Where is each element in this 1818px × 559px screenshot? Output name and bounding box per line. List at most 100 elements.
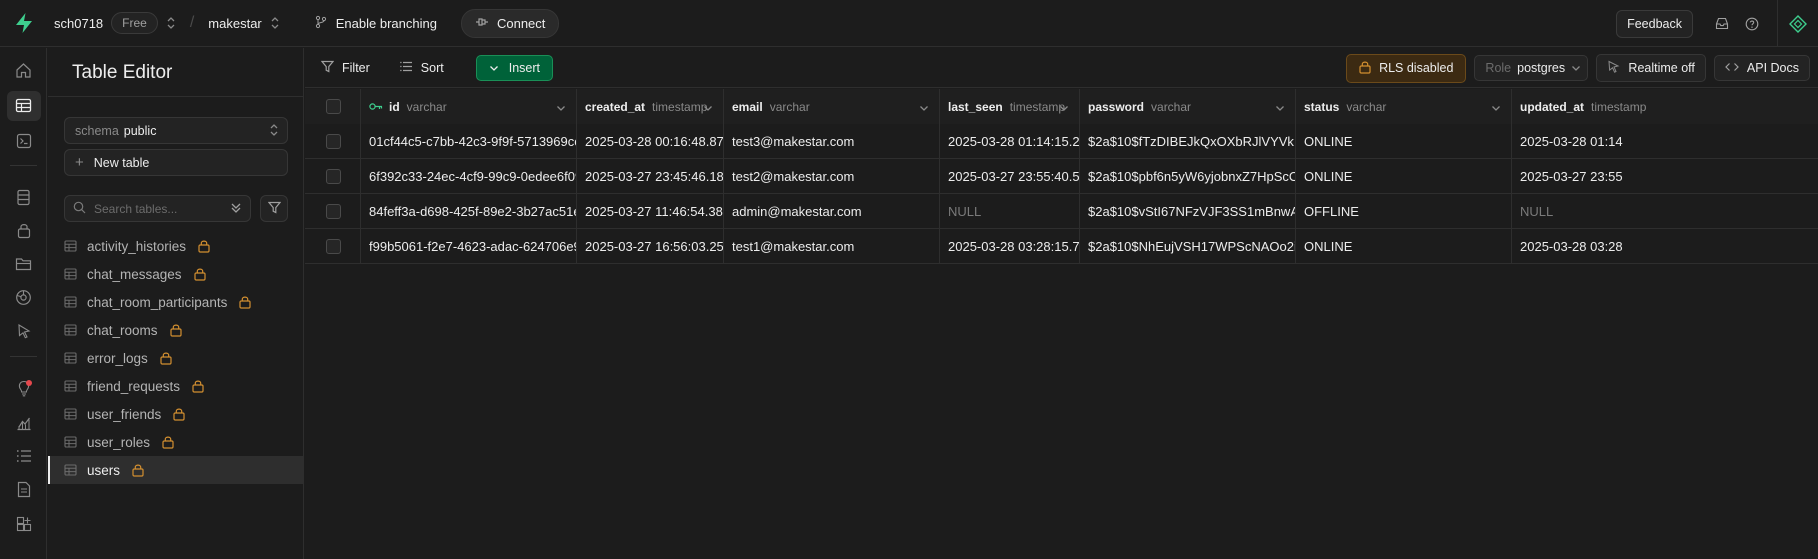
supabase-logo[interactable] [0, 0, 48, 47]
realtime-toggle-button[interactable]: Realtime off [1596, 54, 1706, 82]
insert-button[interactable]: Insert [475, 54, 553, 81]
table-icon [64, 436, 77, 448]
table-cell[interactable]: 2025-03-28 00:16:48.876007 [577, 124, 724, 159]
table-cell[interactable]: 84feff3a-d698-425f-89e2-3b27ac51e915 [361, 194, 577, 229]
advisors-lightbulb-icon[interactable] [0, 371, 47, 406]
table-list-item[interactable]: user_roles [48, 428, 304, 456]
funnel-icon [320, 60, 335, 76]
inbox-icon[interactable] [1707, 17, 1737, 30]
feedback-button[interactable]: Feedback [1616, 9, 1693, 38]
chevron-down-icon[interactable] [1491, 101, 1501, 115]
row-checkbox[interactable] [325, 239, 341, 254]
table-list-item[interactable]: chat_messages [48, 260, 304, 288]
table-cell[interactable]: test2@makestar.com [724, 159, 940, 194]
edge-functions-icon[interactable] [0, 280, 47, 315]
chevron-down-icon[interactable] [1275, 101, 1285, 115]
table-cell[interactable]: $2a$10$NhEujVSH17WPScNAOo2i9OruY [1080, 229, 1296, 264]
assistant-icon[interactable] [1778, 14, 1818, 33]
filter-button[interactable]: Filter [311, 60, 380, 76]
role-select[interactable]: Role postgres [1474, 55, 1589, 81]
row-checkbox[interactable] [325, 169, 341, 184]
table-cell[interactable]: admin@makestar.com [724, 194, 940, 229]
connect-button[interactable]: Connect [460, 8, 560, 38]
help-icon[interactable] [1737, 17, 1767, 31]
table-cell[interactable]: 2025-03-28 01:14:15.217468 [940, 124, 1080, 159]
table-cell[interactable]: test1@makestar.com [724, 229, 940, 264]
git-branch-icon [314, 15, 328, 32]
column-header-updated-at[interactable]: updated_at timestamp [1512, 89, 1818, 124]
table-list-item[interactable]: activity_histories [48, 232, 304, 260]
table-cell[interactable]: 2025-03-27 16:56:03.255016 [577, 229, 724, 264]
column-name: password [1088, 99, 1145, 114]
table-cell[interactable]: NULL [1512, 194, 1818, 229]
column-header-password[interactable]: password varchar [1080, 89, 1296, 124]
table-cell[interactable]: OFFLINE [1296, 194, 1512, 229]
column-header-created-at[interactable]: created_at timestamp [577, 89, 724, 124]
org-switcher[interactable]: sch0718 Free [54, 12, 176, 34]
table-cell[interactable]: 01cf44c5-c7bb-42c3-9f9f-5713969ce45d [361, 124, 577, 159]
plan-badge: Free [111, 12, 158, 34]
table-cell[interactable]: 2025-03-27 23:55 [1512, 159, 1818, 194]
table-cell[interactable]: $2a$10$fTzDIBEJkQxOXbRJlVYVk.Qm7K [1080, 124, 1296, 159]
chevron-down-icon[interactable] [703, 101, 713, 115]
row-select-cell [305, 229, 361, 264]
new-table-button[interactable]: + New table [64, 149, 288, 176]
table-cell[interactable]: 2025-03-28 01:14 [1512, 124, 1818, 159]
storage-icon[interactable] [0, 246, 47, 281]
row-checkbox[interactable] [325, 204, 341, 219]
project-switcher[interactable]: makestar [208, 16, 279, 31]
table-cell[interactable]: 2025-03-27 23:55:40.537552 [940, 159, 1080, 194]
table-cell[interactable]: ONLINE [1296, 229, 1512, 264]
select-all-checkbox[interactable] [325, 99, 341, 114]
table-cell[interactable]: 2025-03-27 23:45:46.187332 [577, 159, 724, 194]
table-cell[interactable]: 2025-03-28 03:28 [1512, 229, 1818, 264]
home-icon[interactable] [0, 53, 47, 88]
table-cell[interactable]: $2a$10$vStI67NFzVJF3SS1mBnwAuyQ./5 [1080, 194, 1296, 229]
chevron-down-icon[interactable] [1059, 101, 1069, 115]
realtime-icon[interactable] [0, 313, 47, 348]
api-docs-button[interactable]: API Docs [1713, 55, 1810, 81]
table-cell[interactable]: f99b5061-f2e7-4623-adac-624706e9f33d [361, 229, 577, 264]
schema-select[interactable]: schema public [64, 117, 288, 144]
auth-lock-icon[interactable] [0, 213, 47, 248]
column-name: id [389, 99, 400, 114]
row-checkbox[interactable] [325, 134, 341, 149]
database-icon[interactable] [0, 180, 47, 215]
column-header-id[interactable]: id varchar [361, 89, 577, 124]
table-list-item-name: user_friends [87, 406, 162, 422]
rls-disabled-button[interactable]: RLS disabled [1346, 53, 1467, 83]
chevron-down-icon[interactable] [556, 101, 566, 115]
table-list-item[interactable]: chat_rooms [48, 316, 304, 344]
search-icon [73, 201, 86, 217]
table-list-item[interactable]: users [48, 456, 304, 484]
filter-tables-button[interactable] [260, 195, 288, 222]
column-header-status[interactable]: status varchar [1296, 89, 1512, 124]
table-list-item[interactable]: chat_room_participants [48, 288, 304, 316]
table-cell[interactable]: 2025-03-27 11:46:54.381717 [577, 194, 724, 229]
reports-chart-icon[interactable] [0, 405, 47, 440]
table-cell[interactable]: ONLINE [1296, 124, 1512, 159]
table-cell[interactable]: ONLINE [1296, 159, 1512, 194]
table-cell[interactable]: 2025-03-28 03:28:15.714164 [940, 229, 1080, 264]
logs-list-icon[interactable] [0, 438, 47, 473]
column-header-last-seen[interactable]: last_seen timestamp [940, 89, 1080, 124]
sort-button[interactable]: Sort [390, 61, 454, 75]
table-list-item[interactable]: friend_requests [48, 372, 304, 400]
table-list-item[interactable]: error_logs [48, 344, 304, 372]
enable-branching-button[interactable]: Enable branching [314, 15, 437, 32]
new-table-label: New table [93, 155, 150, 170]
api-docs-file-icon[interactable] [0, 472, 47, 507]
integrations-icon[interactable] [0, 506, 47, 541]
column-header-email[interactable]: email varchar [724, 89, 940, 124]
search-tables-input[interactable]: Search tables... [64, 195, 251, 222]
lock-open-icon [192, 379, 204, 393]
table-cell[interactable]: NULL [940, 194, 1080, 229]
table-cell[interactable]: test3@makestar.com [724, 124, 940, 159]
table-cell[interactable]: $2a$10$pbf6n5yW6yjobnxZ7HpScO8PNe [1080, 159, 1296, 194]
sql-editor-icon[interactable] [0, 123, 47, 158]
table-cell[interactable]: 6f392c33-24ec-4cf9-99c9-0edee6f09e80 [361, 159, 577, 194]
api-docs-label: API Docs [1746, 61, 1799, 75]
table-list-item[interactable]: user_friends [48, 400, 304, 428]
chevron-down-icon[interactable] [919, 101, 929, 115]
table-editor-icon[interactable] [0, 88, 47, 123]
